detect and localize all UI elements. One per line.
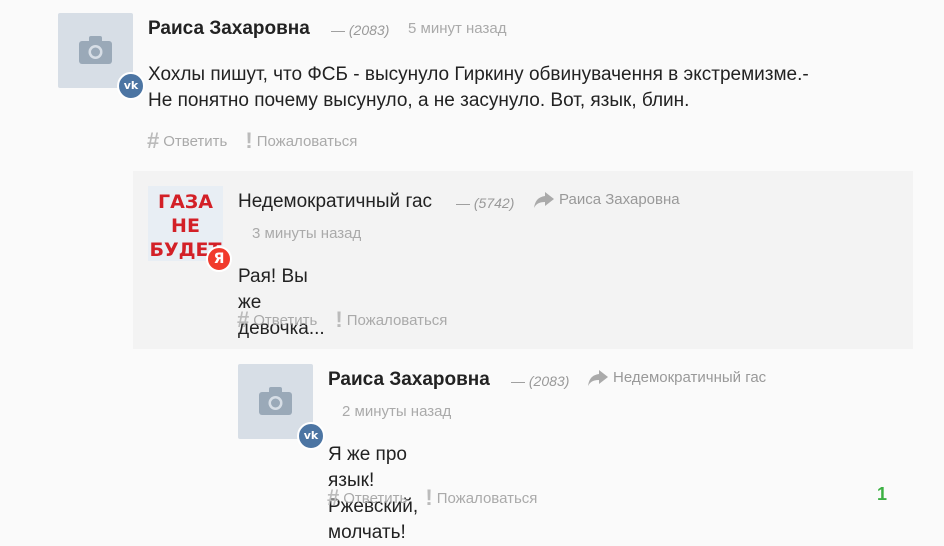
author-name[interactable]: Раиса Захаровна: [148, 18, 310, 40]
hash-icon: #: [237, 307, 250, 332]
reply-button[interactable]: # Ответить: [327, 485, 407, 511]
comment-actions: # Ответить ! Пожаловаться: [147, 128, 375, 154]
report-button[interactable]: ! Пожаловаться: [425, 485, 537, 511]
author-name[interactable]: Раиса Захаровна: [328, 369, 490, 391]
camera-icon: [79, 36, 112, 64]
rating-score: 1: [877, 484, 888, 504]
karma: — (2083): [331, 22, 390, 38]
exclamation-icon: !: [335, 307, 343, 332]
exclamation-icon: !: [245, 128, 253, 153]
vk-icon: vk: [297, 422, 325, 450]
karma: — (5742): [456, 195, 515, 211]
hash-icon: #: [327, 485, 340, 510]
comment-actions: # Ответить ! Пожаловаться: [237, 307, 465, 333]
comment-text: Хохлы пишут, что ФСБ - высунуло Гиркину …: [148, 64, 809, 111]
reply-to[interactable]: Недемократичный гас: [588, 369, 766, 386]
reply-to[interactable]: Раиса Захаровна: [534, 191, 680, 208]
reply-button[interactable]: # Ответить: [147, 128, 227, 154]
timestamp[interactable]: 5 минут назад: [408, 20, 506, 37]
reply-arrow-icon: [588, 369, 608, 386]
exclamation-icon: !: [425, 485, 433, 510]
report-button[interactable]: ! Пожаловаться: [245, 128, 357, 154]
timestamp[interactable]: 2 минуты назад: [342, 403, 451, 420]
reply-button[interactable]: # Ответить: [237, 307, 317, 333]
yandex-icon: Я: [206, 246, 232, 272]
report-button[interactable]: ! Пожаловаться: [335, 307, 447, 333]
comment-actions: # Ответить ! Пожаловаться: [327, 485, 555, 511]
karma: — (2083): [511, 373, 570, 389]
timestamp[interactable]: 3 минуты назад: [252, 225, 361, 242]
camera-icon: [259, 387, 292, 415]
hash-icon: #: [147, 128, 160, 153]
reply-arrow-icon: [534, 191, 554, 208]
author-name[interactable]: Недемократичный гас: [238, 191, 432, 213]
vk-icon: vk: [117, 72, 145, 100]
